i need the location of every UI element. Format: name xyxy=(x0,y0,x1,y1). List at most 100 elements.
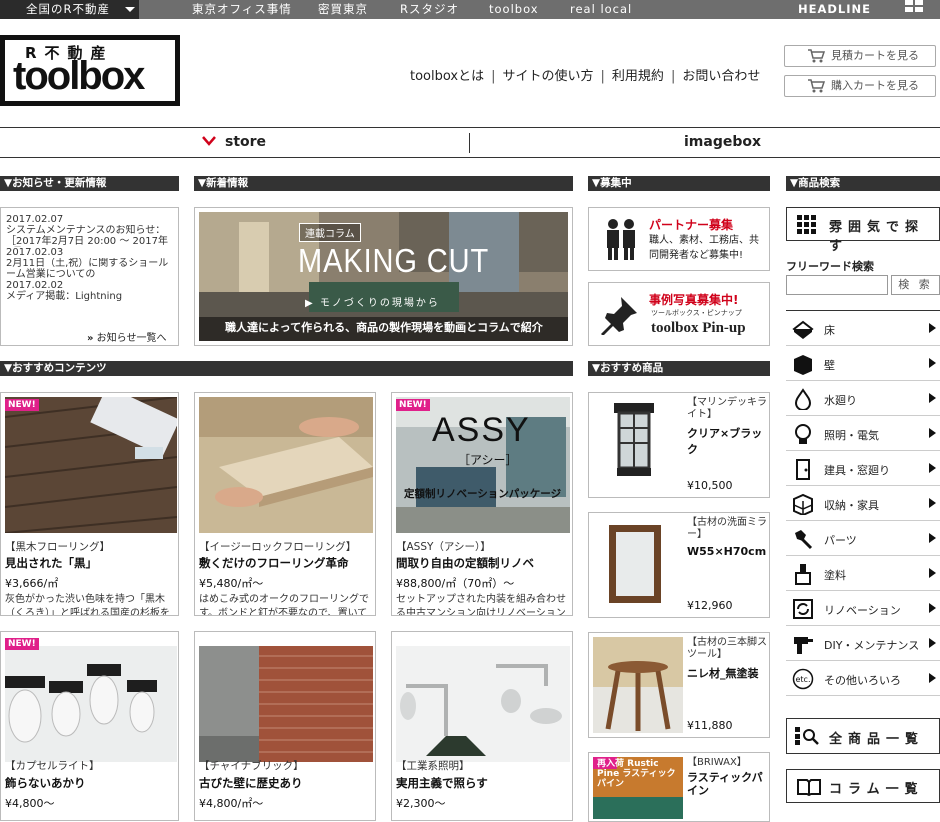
black-flooring-photo xyxy=(5,397,177,533)
assy-reading: ［アシー］ xyxy=(458,453,518,467)
content-title: 敷くだけのフローリング革命 xyxy=(199,556,349,570)
product-card[interactable]: 【古材の三本脚スツール】 ニレ材_無塗装 ¥11,880 xyxy=(588,632,770,738)
nav-terms[interactable]: 利用規約 xyxy=(612,69,664,84)
nav-about[interactable]: toolboxとは xyxy=(410,69,484,84)
category-lighting[interactable]: 照明・電気 xyxy=(786,416,940,451)
mood-search-button[interactable]: 雰囲気で探す xyxy=(786,207,940,254)
topbar-link[interactable]: 密買東京 xyxy=(318,0,368,19)
news-list: 2017.02.07 システムメンテナンスのお知らせ：［2017年2月7日 20… xyxy=(0,207,179,346)
double-chevron-icon: » xyxy=(87,333,94,344)
content-description: セットアップされた内装を組み合わせる中古マンション向けリノベーション xyxy=(396,594,566,616)
column-list-label: コラム一覧 xyxy=(829,782,924,797)
all-products-button[interactable]: 全商品一覧 xyxy=(786,718,940,754)
content-category: 【カプセルライト】 xyxy=(5,760,100,772)
product-name: クリア×ブラック xyxy=(687,427,763,456)
all-products-label: 全商品一覧 xyxy=(829,732,925,747)
tab-imagebox[interactable]: imagebox xyxy=(684,134,761,150)
category-water[interactable]: 水廻り xyxy=(786,381,940,416)
content-price: ¥3,666/㎡ xyxy=(5,577,59,590)
cart-icon xyxy=(808,49,825,63)
search-button[interactable]: 検 索 xyxy=(891,275,940,295)
headline-link[interactable]: HEADLINE xyxy=(798,0,871,19)
category-wall[interactable]: 壁 xyxy=(786,346,940,381)
content-description: 灰色がかった渋い色味を持つ「黒木（くろき）」と呼ばれる国産の杉板を xyxy=(5,594,170,616)
industrial-light-photo xyxy=(396,646,570,762)
three-leg-stool-photo xyxy=(593,637,683,733)
content-card[interactable]: 【イージーロックフローリング】 敷くだけのフローリング革命 ¥5,480/㎡〜 … xyxy=(194,392,376,616)
tab-store[interactable]: store xyxy=(225,134,266,150)
news-more-label: お知らせ一覧へ xyxy=(96,333,167,344)
product-price: ¥11,880 xyxy=(687,719,733,732)
product-card[interactable]: 【古材の洗面ミラー】 W55×H70cm ¥12,960 xyxy=(588,512,770,618)
arrival-banner[interactable]: 連載コラム MAKING CUT ▶ モノづくりの現場から 職人達によって作られ… xyxy=(194,207,573,346)
recommend-products-header: ▼おすすめ商品 xyxy=(588,361,770,376)
product-category: 【BRIWAX】 xyxy=(687,757,747,768)
global-top-bar: 全国のR不動産 東京オフィス事情 密買東京 Rスタジオ toolbox real… xyxy=(0,0,940,19)
nav-howto[interactable]: サイトの使い方 xyxy=(503,69,594,84)
column-list-button[interactable]: コラム一覧 xyxy=(786,769,940,803)
category-floor[interactable]: 床 xyxy=(786,311,940,346)
partner-text: 職人、素材、工務店、共同開発者など募集中! xyxy=(649,235,759,261)
content-title: 飾らないあかり xyxy=(5,776,86,790)
arrow-right-icon xyxy=(929,498,936,508)
purchase-cart-label: 購入カートを見る xyxy=(831,79,919,92)
banner-caption: 職人達によって作られる、商品の製作現場を動画とコラムで紹介 xyxy=(225,321,543,334)
topbar-link[interactable]: 東京オフィス事情 xyxy=(192,0,292,19)
product-name: W55×H70cm xyxy=(687,545,767,558)
content-card[interactable]: 【チャイナブリック】 古びた壁に歴史あり ¥4,800/㎡〜 xyxy=(194,631,376,821)
product-card[interactable]: 【マリンデッキライト】 クリア×ブラック ¥10,500 xyxy=(588,392,770,498)
news-item[interactable]: 2月11日（土,祝）に関するショールーム営業についての xyxy=(6,258,173,280)
china-brick-photo xyxy=(199,646,373,762)
freeword-input[interactable] xyxy=(786,275,888,295)
category-parts[interactable]: パーツ xyxy=(786,521,940,556)
site-logo[interactable]: R不動産 toolbox xyxy=(0,35,180,106)
paint-brush-icon xyxy=(795,564,811,585)
category-etc[interactable]: etc. その他いろいろ xyxy=(786,661,940,696)
category-diy[interactable]: DIY・メンテナンス xyxy=(786,626,940,661)
bolt-icon xyxy=(795,530,813,550)
news-item[interactable]: システムメンテナンスのお知らせ：［2017年2月7日 20:00 〜 2017年… xyxy=(6,225,173,247)
nav-separator: | xyxy=(491,69,496,84)
topbar-link[interactable]: Rスタジオ xyxy=(400,0,459,19)
arrow-right-icon xyxy=(929,568,936,578)
content-price: ¥2,300〜 xyxy=(396,797,446,810)
category-paint[interactable]: 塗料 xyxy=(786,556,940,591)
estimate-cart-button[interactable]: 見積カートを見る xyxy=(784,45,936,67)
content-card[interactable]: NEW! 【黒木フローリング】 見出された「黒」 ¥3,666/㎡ 灰色がかった… xyxy=(0,392,179,616)
easy-lock-flooring-photo xyxy=(199,397,373,533)
category-label: 収納・家具 xyxy=(824,499,879,512)
grid-menu-icon[interactable] xyxy=(905,0,925,19)
content-card[interactable]: NEW! ASSY ［アシー］ 定額制リノベーションパッケージ 【ASSY（アシ… xyxy=(391,392,573,616)
network-dropdown[interactable]: 全国のR不動産 xyxy=(0,0,139,19)
content-card[interactable]: NEW! 【カプセルライト】 飾らないあかり ¥4,800〜 xyxy=(0,631,179,821)
partner-recruit-card[interactable]: パートナー募集 職人、素材、工務店、共同開発者など募集中! xyxy=(588,207,770,271)
pinup-recruit-card[interactable]: 事例写真募集中! ツールボックス・ピンナップ toolbox Pin-up xyxy=(588,282,770,346)
product-card[interactable]: 再入荷 Rustic Pine ラスティック パイン 【BRIWAX】 ラスティ… xyxy=(588,752,770,822)
topbar-link[interactable]: real local xyxy=(570,0,632,19)
content-title: 間取り自由の定額制リノベ xyxy=(396,556,534,570)
product-category: 【マリンデッキライト】 xyxy=(687,397,767,420)
content-category: 【チャイナブリック】 xyxy=(199,760,304,772)
arrow-right-icon xyxy=(929,358,936,368)
content-price: ¥4,800〜 xyxy=(5,797,55,810)
content-title: 実用主義で照らす xyxy=(396,776,488,790)
column-badge: 連載コラム xyxy=(299,223,361,242)
nav-contact[interactable]: お問い合わせ xyxy=(682,69,760,84)
category-fittings[interactable]: 建具・窓廻り xyxy=(786,451,940,486)
door-icon xyxy=(796,459,810,480)
news-date: 2017.02.03 xyxy=(6,247,64,258)
arrivals-header: ▼新着情報 xyxy=(194,176,573,191)
pinup-title: 事例写真募集中! xyxy=(649,293,739,307)
topbar-link[interactable]: toolbox xyxy=(489,0,539,19)
content-card[interactable]: 【工業系照明】 実用主義で照らす ¥2,300〜 xyxy=(391,631,573,821)
list-search-icon xyxy=(795,727,819,745)
news-more-link[interactable]: » お知らせ一覧へ xyxy=(87,329,166,344)
svg-text:etc.: etc. xyxy=(796,675,811,684)
book-icon xyxy=(797,779,821,796)
purchase-cart-button[interactable]: 購入カートを見る xyxy=(784,75,936,97)
cart-icon xyxy=(808,79,825,93)
category-renovation[interactable]: リノベーション xyxy=(786,591,940,626)
category-storage[interactable]: 収納・家具 xyxy=(786,486,940,521)
news-item[interactable]: メディア掲載：Lightning xyxy=(6,291,173,302)
category-label: パーツ xyxy=(824,534,857,547)
